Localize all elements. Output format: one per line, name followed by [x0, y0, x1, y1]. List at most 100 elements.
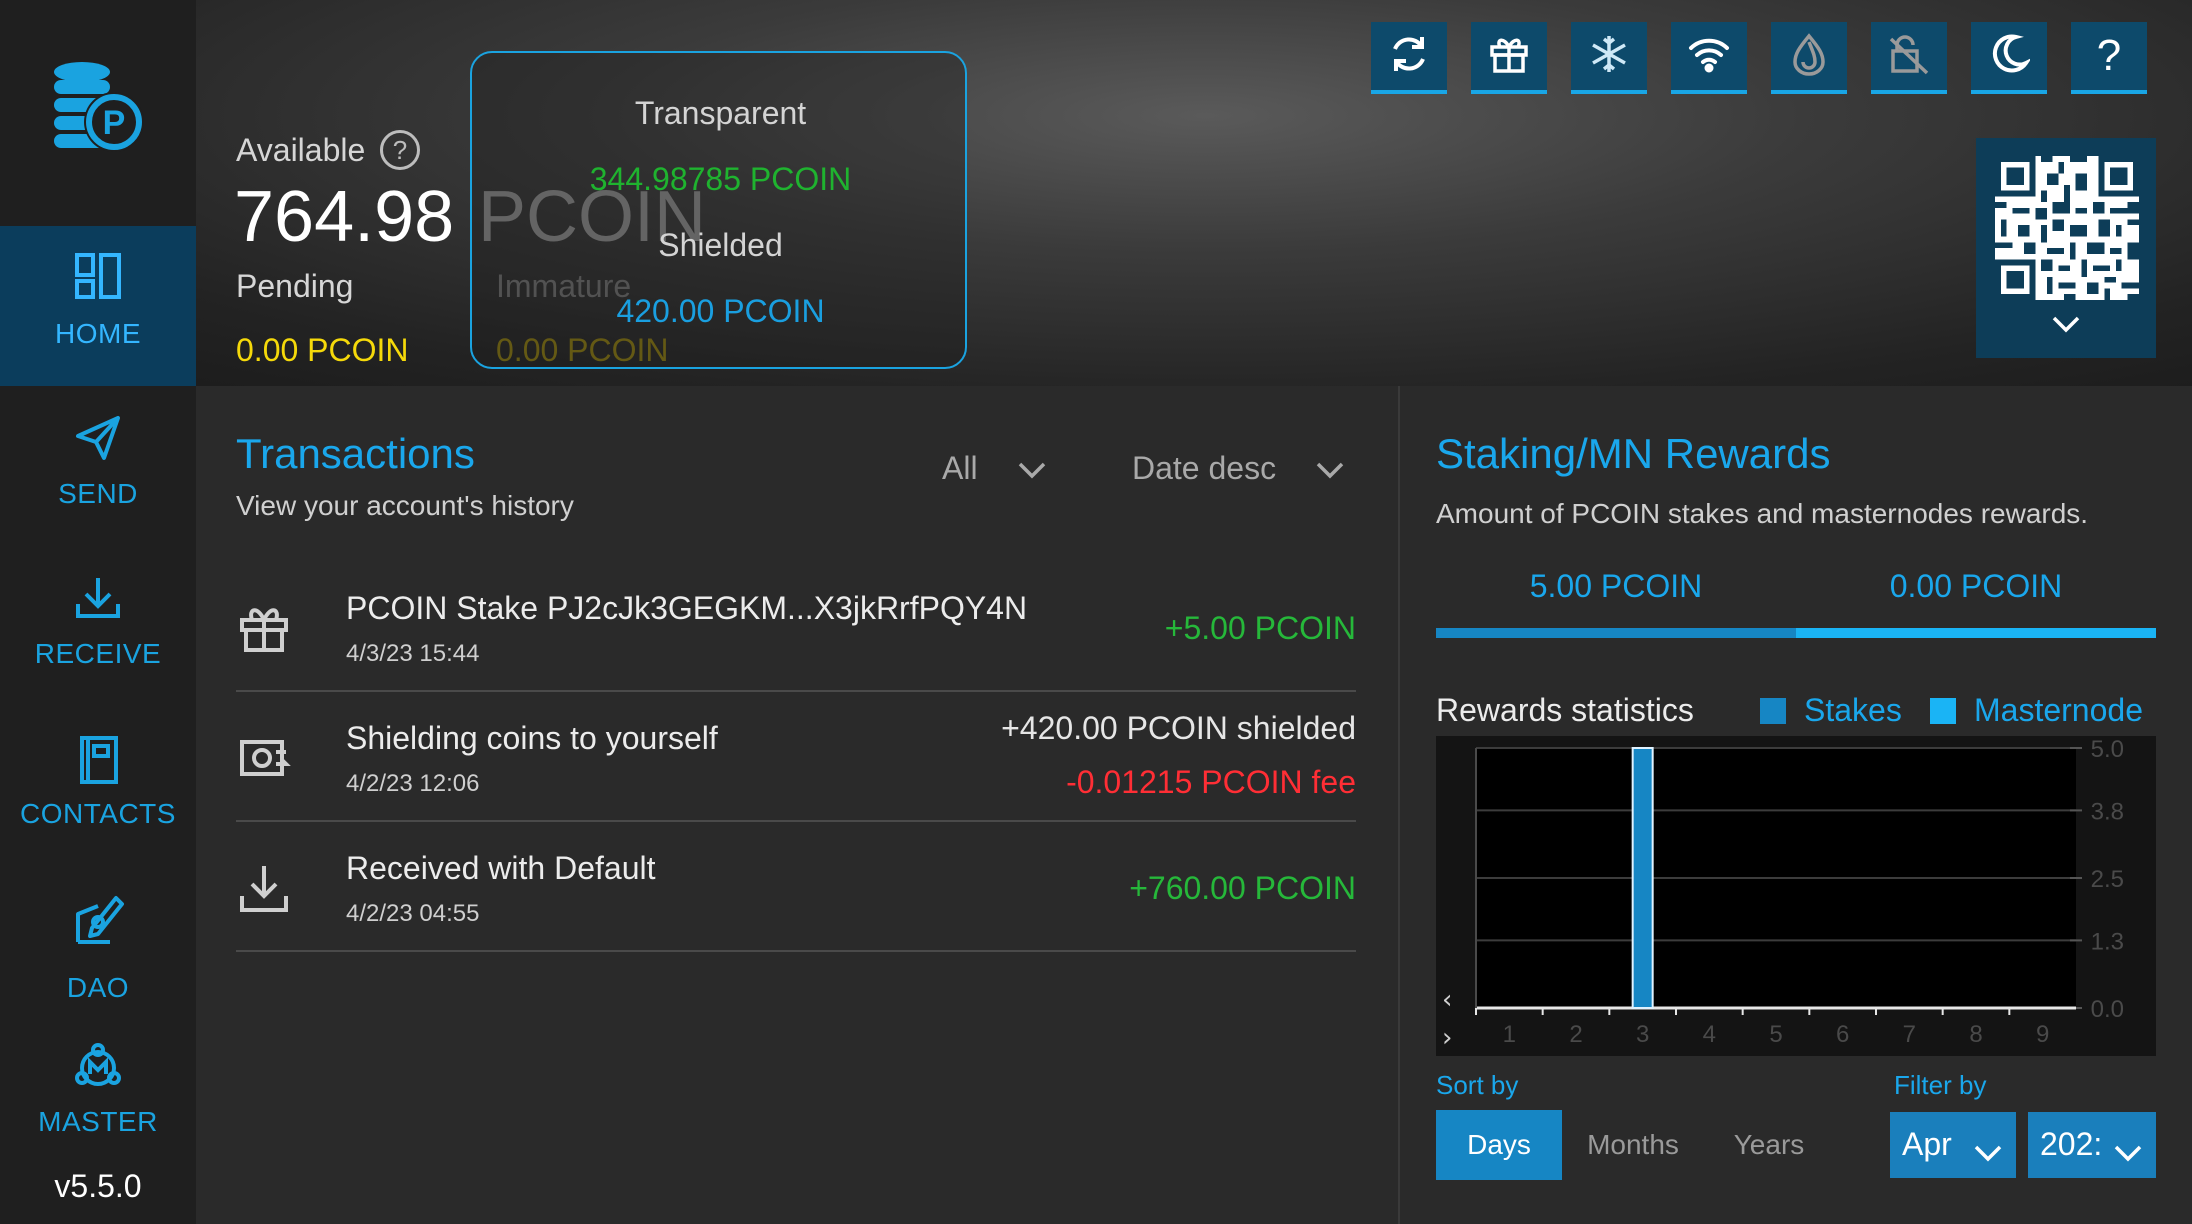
- gift-icon: [1488, 33, 1530, 80]
- sidebar: P HOME SEND RECEIVE CONTACTS DAO MASTER …: [0, 0, 196, 1224]
- transaction-row[interactable]: Received with Default 4/2/23 04:55 +760.…: [236, 822, 1356, 952]
- transaction-amount: +420.00 PCOIN shielded: [1001, 710, 1356, 746]
- transparent-label: Transparent: [634, 95, 807, 131]
- transaction-title: Shielding coins to yourself: [346, 720, 718, 756]
- help-button[interactable]: ?: [2071, 22, 2147, 94]
- address-book-icon: [74, 734, 122, 791]
- staking-title: Staking/MN Rewards: [1436, 430, 1831, 477]
- x-tick-label: 9: [2036, 1021, 2049, 1048]
- transaction-date: 4/2/23 04:55: [346, 900, 480, 927]
- qr-code-image: [1995, 156, 2139, 300]
- available-label: Available: [236, 132, 366, 168]
- year-select-value: 202:: [2040, 1126, 2103, 1162]
- sync-status-button[interactable]: [1671, 22, 1747, 94]
- paper-plane-icon: [74, 414, 122, 467]
- month-select-value: Apr: [1902, 1126, 1952, 1162]
- type-filter-dropdown[interactable]: All: [942, 450, 1052, 500]
- tor-button[interactable]: [1771, 22, 1847, 94]
- sidebar-item-label: DAO: [66, 972, 130, 1003]
- help-circle-icon[interactable]: ?: [380, 130, 420, 170]
- onion-icon: [1789, 32, 1829, 81]
- year-select[interactable]: 202:: [2028, 1112, 2156, 1178]
- dao-sign-icon: [70, 888, 126, 953]
- x-tick-label: 5: [1769, 1021, 1782, 1048]
- legend-stakes-swatch: [1760, 698, 1786, 724]
- y-tick-label: 3.8: [2091, 798, 2124, 825]
- sort-months-button[interactable]: Months: [1568, 1110, 1698, 1180]
- sort-value: Date desc: [1132, 450, 1277, 486]
- shielded-balance: 420.00 PCOIN: [616, 293, 825, 329]
- chart-next-arrow: ›: [1442, 1023, 1452, 1053]
- transaction-fee: -0.01215 PCOIN fee: [1066, 764, 1356, 800]
- staking-subtitle: Amount of PCOIN stakes and masternodes r…: [1436, 498, 2089, 529]
- sort-years-button[interactable]: Years: [1704, 1110, 1834, 1180]
- x-tick-label: 8: [1969, 1021, 1982, 1048]
- download-icon: [74, 574, 122, 627]
- x-tick-label: 3: [1636, 1021, 1649, 1048]
- filter-by-label: Filter by: [1894, 1070, 1987, 1100]
- legend-stakes-label: Stakes: [1804, 692, 1902, 728]
- rewards-chart-svg: 5.0 3.8 2.5 1.3 0.0 1 2 3 4 5 6 7 8 9 ‹ ›: [1442, 736, 2124, 1053]
- sidebar-item-label: HOME: [55, 318, 141, 349]
- moon-icon: [1988, 33, 2032, 80]
- transaction-amount: +760.00 PCOIN: [1129, 870, 1356, 906]
- home-grid-icon: [74, 252, 122, 305]
- sort-by-label: Sort by: [1436, 1070, 1519, 1100]
- transaction-title: Received with Default: [346, 850, 656, 886]
- x-tick-label: 1: [1503, 1021, 1516, 1048]
- lock-wallet-button[interactable]: [1871, 22, 1947, 94]
- qr-code-panel[interactable]: [1976, 138, 2156, 358]
- svg-text:P: P: [103, 104, 126, 142]
- transaction-row[interactable]: PCOIN Stake PJ2cJk3GEGKM...X3jkRrfPQY4N …: [236, 562, 1356, 692]
- masternode-icon: [74, 1042, 122, 1095]
- transaction-row[interactable]: Shielding coins to yourself 4/2/23 12:06…: [236, 692, 1356, 822]
- sidebar-item-send[interactable]: SEND: [0, 400, 196, 560]
- sidebar-item-master[interactable]: MASTER: [0, 1036, 196, 1136]
- cold-staking-button[interactable]: [1571, 22, 1647, 94]
- rewards-stats-label: Rewards statistics: [1436, 692, 1694, 728]
- gift-button[interactable]: [1471, 22, 1547, 94]
- sort-dropdown[interactable]: Date desc: [1132, 450, 1362, 500]
- transaction-date: 4/3/23 15:44: [346, 640, 480, 667]
- masternode-bar: [1796, 628, 2156, 638]
- refresh-button[interactable]: [1371, 22, 1447, 94]
- legend-masternode-swatch: [1930, 698, 1956, 724]
- snowflake-icon: [1588, 33, 1630, 80]
- available-balance: 764.98: [234, 177, 455, 257]
- shielded-label: Shielded: [658, 227, 783, 263]
- rewards-chart: 5.0 3.8 2.5 1.3 0.0 1 2 3 4 5 6 7 8 9 ‹ ›: [1436, 736, 2156, 1056]
- sidebar-item-label: RECEIVE: [34, 638, 162, 669]
- transaction-amount: +5.00 PCOIN: [1164, 610, 1356, 646]
- transactions-subtitle: View your account's history: [236, 490, 574, 521]
- sidebar-item-dao[interactable]: DAO: [0, 880, 196, 1040]
- type-filter-value: All: [942, 450, 978, 486]
- y-tick-label: 2.5: [2091, 866, 2124, 893]
- chevron-down-icon: [2112, 1134, 2144, 1171]
- sidebar-item-home[interactable]: HOME: [0, 226, 196, 386]
- app-version: v5.5.0: [54, 1168, 142, 1204]
- bar-stakes: [1631, 747, 1654, 1009]
- masternode-total: 0.00 PCOIN: [1889, 568, 2063, 604]
- x-tick-label: 2: [1569, 1021, 1582, 1048]
- x-tick-label: 6: [1836, 1021, 1849, 1048]
- transparent-balance: 344.98785 PCOIN: [589, 161, 852, 197]
- chevron-down-icon: [2050, 314, 2082, 339]
- sort-days-button[interactable]: Days: [1436, 1110, 1562, 1180]
- sidebar-item-receive[interactable]: RECEIVE: [0, 560, 196, 720]
- transactions-title: Transactions: [236, 430, 475, 477]
- transactions-panel: Transactions View your account's history…: [196, 386, 1396, 1224]
- gift-icon: [236, 600, 292, 656]
- shield-coins-icon: [236, 730, 292, 786]
- x-tick-label: 4: [1703, 1021, 1716, 1048]
- x-tick-label: 7: [1903, 1021, 1916, 1048]
- chevron-down-icon: [1972, 1134, 2004, 1171]
- legend-masternode-label: Masternode: [1974, 692, 2143, 728]
- pending-label: Pending: [236, 268, 354, 304]
- balance-breakdown-popup: Transparent 344.98785 PCOIN Shielded 420…: [470, 51, 967, 369]
- y-tick-label: 0.0: [2091, 996, 2124, 1023]
- download-icon: [236, 860, 292, 916]
- month-select[interactable]: Apr: [1890, 1112, 2016, 1178]
- theme-toggle-button[interactable]: [1971, 22, 2047, 94]
- question-mark-icon: ?: [2096, 31, 2122, 80]
- sidebar-item-contacts[interactable]: CONTACTS: [0, 720, 196, 880]
